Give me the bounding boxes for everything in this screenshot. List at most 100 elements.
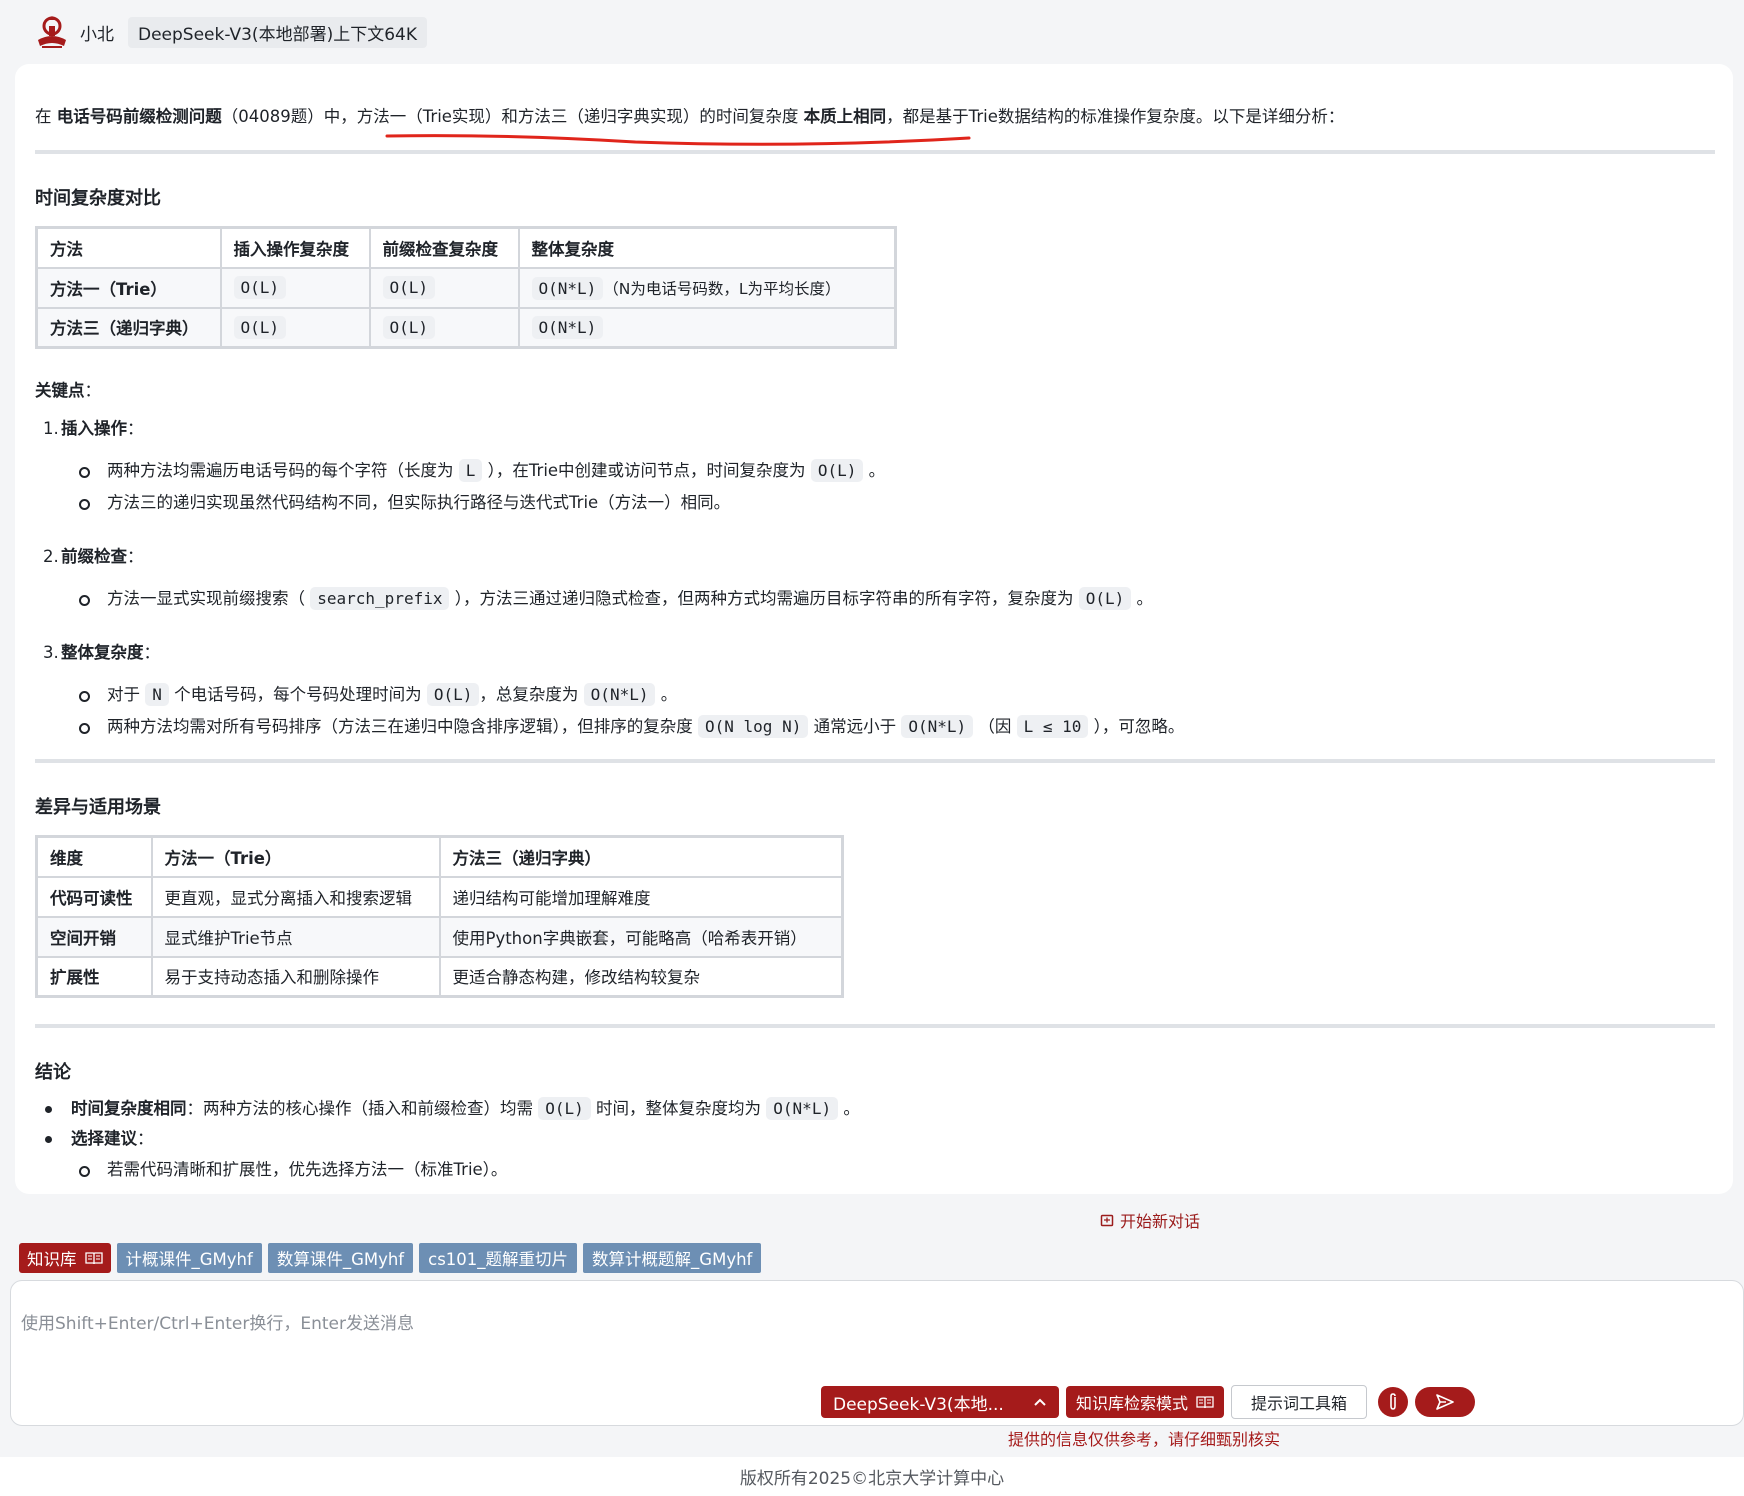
- logo-icon: [38, 16, 66, 48]
- inline-code: O(L): [538, 1097, 591, 1120]
- text: ，总复杂度为: [479, 685, 584, 704]
- inline-code: O(N log N): [698, 715, 809, 738]
- text: 。: [838, 1099, 860, 1118]
- inline-code: O(L): [233, 315, 287, 339]
- key-points-list: 1. 插入操作： 两种方法均需遍历电话号码的每个字符（长度为 L ），在Trie中…: [35, 415, 1713, 743]
- bot-name: 小北: [80, 24, 114, 45]
- inline-code: L ≤ 10: [1016, 715, 1089, 738]
- send-button[interactable]: [1415, 1387, 1475, 1417]
- section-title-differences: 差异与适用场景: [35, 797, 161, 818]
- knowledge-base-label: 知识库: [27, 1250, 77, 1269]
- conclusion-label: 选择建议: [71, 1129, 137, 1148]
- sub-list-item: 两种方法均需对所有号码排序（方法三在递归中隐含排序逻辑），但排序的复杂度 O(N…: [79, 711, 1713, 743]
- sub-list: 方法一显式实现前缀搜索（ search_prefix ），方法三通过递归隐式检查…: [79, 583, 1713, 615]
- table-cell: 方法一（Trie）: [35, 266, 222, 309]
- intro-text-2: （04089题）中，: [221, 107, 357, 126]
- intro-bold-2: 本质上相同: [803, 107, 887, 126]
- inline-code: search_prefix: [310, 587, 450, 610]
- sub-list: 若需代码清晰和扩展性，优先选择方法一（标准Trie）。: [79, 1154, 1713, 1186]
- text: ），可忽略。: [1088, 717, 1185, 736]
- footer: 版权所有2025©北京大学计算中心: [0, 1457, 1744, 1496]
- text: 个电话号码，每个号码处理时间为: [168, 685, 427, 704]
- section-title-conclusion: 结论: [35, 1062, 71, 1083]
- message-input-box[interactable]: 使用Shift+Enter/Ctrl+Enter换行，Enter发送消息 Dee…: [10, 1280, 1744, 1426]
- list-item: 3. 整体复杂度： 对于 N 个电话号码，每个号码处理时间为 O(L) ，总复杂度为…: [35, 639, 1713, 743]
- table-header: 方法三（递归字典）: [438, 835, 844, 878]
- book-icon: [1196, 1396, 1214, 1409]
- inline-code: O(N*L): [901, 715, 974, 738]
- table-cell: O(N*L): [517, 306, 897, 349]
- key-points-heading: 关键点：: [35, 377, 1713, 401]
- text: 两种方法均需对所有号码排序（方法三在递归中隐含排序逻辑），但排序的复杂度: [107, 717, 698, 736]
- paperclip-icon: [1390, 1393, 1396, 1410]
- text: 通常远小于: [808, 717, 902, 736]
- knowledge-tag[interactable]: 数算计概题解_GMyhf: [583, 1243, 762, 1273]
- divider: [35, 1024, 1715, 1028]
- knowledge-tag[interactable]: cs101_题解重切片: [419, 1243, 578, 1273]
- inline-code: N: [145, 683, 169, 706]
- intro-text-3: ，都是基于Trie数据结构的标准操作复杂度。以下是详细分析：: [886, 107, 1345, 126]
- knowledge-base-row: 知识库 计概课件_GMyhf 数算课件_GMyhf cs101_题解重切片 数算…: [19, 1243, 762, 1273]
- new-chat-icon: [1100, 1214, 1114, 1227]
- model-select-label: DeepSeek-V3(本地...: [833, 1394, 1004, 1415]
- new-chat-button[interactable]: 开始新对话: [1100, 1208, 1200, 1232]
- prompt-toolbox-button[interactable]: 提示词工具箱: [1231, 1385, 1367, 1419]
- key-points-label: 关键点: [35, 381, 85, 400]
- text: 时间，整体复杂度均为: [590, 1099, 767, 1118]
- table-header: 方法一（Trie）: [150, 835, 441, 878]
- inline-code: O(N*L): [583, 683, 656, 706]
- message-input-placeholder[interactable]: 使用Shift+Enter/Ctrl+Enter换行，Enter发送消息: [21, 1309, 414, 1334]
- table-cell: O(L): [219, 306, 371, 349]
- table-cell: O(L): [368, 266, 520, 309]
- section-title-complexity: 时间复杂度对比: [35, 188, 161, 209]
- divider: [35, 150, 1715, 154]
- top-bar: 小北 DeepSeek-V3(本地部署)上下文64K: [0, 0, 1744, 64]
- knowledge-tag[interactable]: 计概课件_GMyhf: [116, 1243, 262, 1273]
- sub-list-item: 两种方法均需遍历电话号码的每个字符（长度为 L ），在Trie中创建或访问节点，…: [79, 455, 1713, 487]
- kb-search-mode-button[interactable]: 知识库检索模式: [1066, 1386, 1224, 1418]
- table-cell: O(L): [368, 306, 520, 349]
- inline-code: O(L): [1078, 587, 1132, 610]
- kb-search-mode-label: 知识库检索模式: [1075, 1394, 1188, 1413]
- table-cell: 易于支持动态插入和删除操作: [150, 955, 441, 998]
- chat-message-card: 在 电话号码前缀检测问题（04089题）中，方法一（Trie实现）和方法三（递归…: [15, 64, 1733, 1194]
- text: ），在Trie中创建或访问节点，时间复杂度为: [482, 461, 811, 480]
- table-row: 扩展性 易于支持动态插入和删除操作 更适合静态构建，修改结构较复杂: [35, 955, 844, 998]
- inline-code: O(L): [233, 276, 287, 299]
- inline-code: O(N*L): [766, 1097, 839, 1120]
- send-icon: [1436, 1394, 1454, 1410]
- sub-list-item: 对于 N 个电话号码，每个号码处理时间为 O(L) ，总复杂度为 O(N*L) 。: [79, 679, 1713, 711]
- table-cell: 扩展性: [35, 955, 153, 998]
- text: 。: [863, 461, 886, 480]
- intro-bold-1: 电话号码前缀检测问题: [56, 107, 222, 126]
- table-cell: 空间开销: [35, 915, 153, 958]
- copyright-text: 版权所有2025©北京大学计算中心: [739, 1469, 1005, 1489]
- divider: [35, 759, 1715, 763]
- table-cell: O(N*L) （N为电话号码数，L为平均长度）: [517, 266, 897, 309]
- table-cell: 更直观，显式分离插入和搜索逻辑: [150, 875, 441, 918]
- table-cell: 使用Python字典嵌套，可能略高（哈希表开销）: [438, 915, 844, 958]
- attach-button[interactable]: [1378, 1387, 1408, 1417]
- table-header: 插入操作复杂度: [219, 226, 371, 269]
- text: 方法一显式实现前缀搜索（: [107, 589, 311, 608]
- table-row: 空间开销 显式维护Trie节点 使用Python字典嵌套，可能略高（哈希表开销）: [35, 915, 844, 958]
- list-item-title: 插入操作: [61, 419, 127, 438]
- list-number: 3.: [43, 643, 59, 662]
- knowledge-base-button[interactable]: 知识库: [19, 1243, 111, 1273]
- inline-code: O(L): [382, 276, 436, 299]
- model-select-button[interactable]: DeepSeek-V3(本地...: [821, 1386, 1059, 1418]
- intro-paragraph: 在 电话号码前缀检测问题（04089题）中，方法一（Trie实现）和方法三（递归…: [35, 104, 1713, 146]
- intro-underlined-text: 方法一（Trie实现）和方法三（递归字典实现）的时间复杂度: [356, 107, 804, 126]
- text: ：: [137, 1129, 154, 1148]
- table-cell: 更适合静态构建，修改结构较复杂: [438, 955, 844, 998]
- complexity-table: 方法 插入操作复杂度 前缀检查复杂度 整体复杂度 方法一（Trie） O(L) …: [35, 226, 897, 349]
- list-item-title: 前缀检查: [61, 547, 127, 566]
- red-underline-annotation: [385, 134, 971, 146]
- table-cell: 显式维护Trie节点: [150, 915, 441, 958]
- table-row: 方法一（Trie） O(L) O(L) O(N*L) （N为电话号码数，L为平均长…: [35, 266, 897, 309]
- list-number: 1.: [43, 419, 59, 438]
- knowledge-tag[interactable]: 数算课件_GMyhf: [267, 1243, 414, 1273]
- table-cell: O(L): [219, 266, 371, 309]
- conclusion-list: 时间复杂度相同：两种方法的核心操作（插入和前缀检查）均需 O(L) 时间，整体复…: [35, 1094, 1713, 1186]
- table-cell: 方法三（递归字典）: [35, 306, 222, 349]
